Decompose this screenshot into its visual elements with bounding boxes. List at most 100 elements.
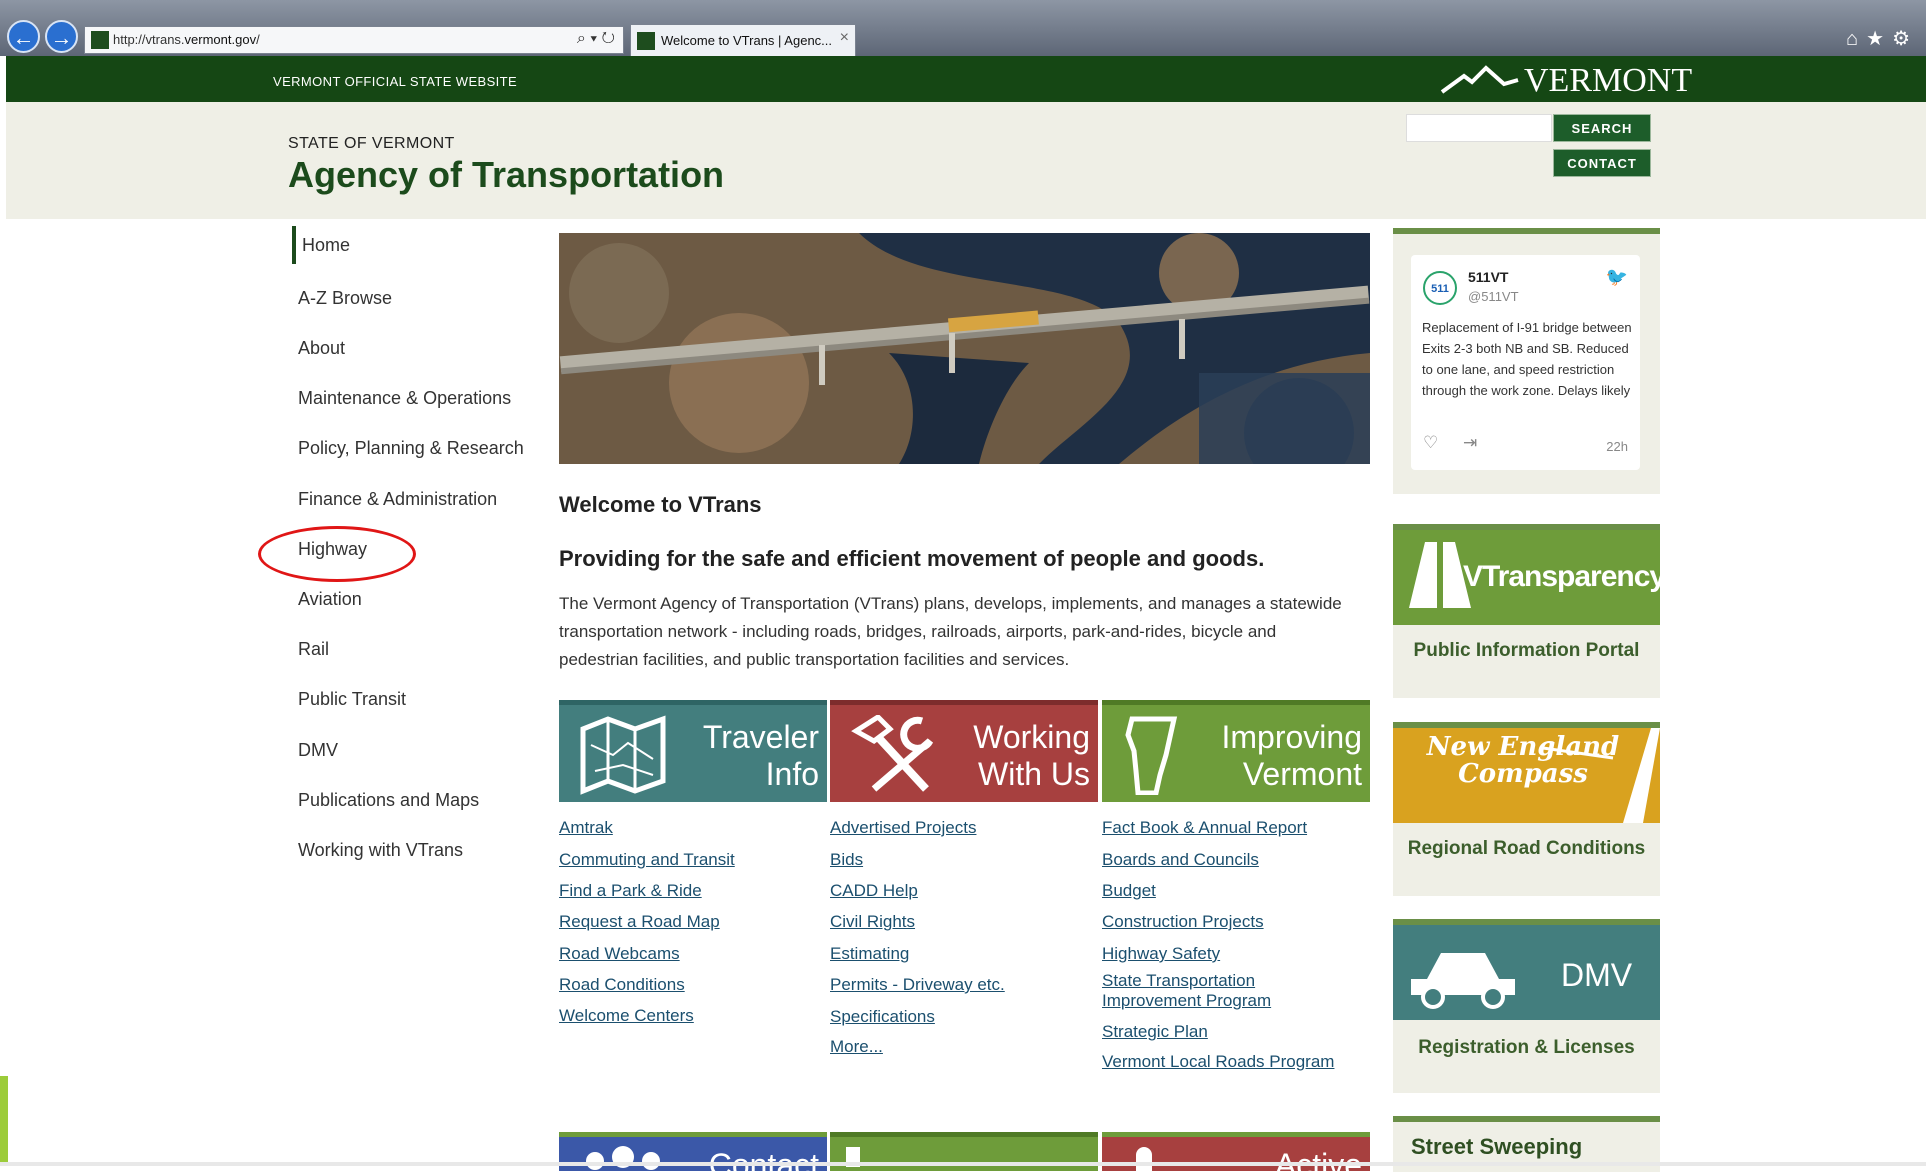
state-label: STATE OF VERMONT [288, 135, 455, 152]
vtransparency-banner[interactable]: VTransparency [1393, 530, 1666, 625]
gear-icon[interactable]: ⚙ [1892, 28, 1918, 50]
link-civil-rights[interactable]: Civil Rights [830, 912, 915, 932]
contact-tile-label: Contact [708, 1147, 819, 1171]
refresh-icon[interactable]: ↻ [602, 30, 616, 47]
link-fact-book[interactable]: Fact Book & Annual Report [1102, 818, 1307, 838]
tweet-widget[interactable]: 511 511VT @511VT 🐦 Replacement of I-91 b… [1411, 255, 1640, 470]
link-permits[interactable]: Permits - Driveway etc. [830, 975, 1005, 995]
sidebar-item-home[interactable]: Home [292, 226, 350, 264]
dmv-title: DMV [1561, 957, 1633, 993]
compass-banner[interactable]: New England Compass [1393, 728, 1660, 823]
vermont-logo-text: VERMONT [1524, 62, 1693, 99]
map-icon [580, 715, 666, 795]
tweet-timestamp[interactable]: 22h [1606, 439, 1628, 454]
sidebar-item-dmv[interactable]: DMV [298, 740, 338, 761]
link-bids[interactable]: Bids [830, 850, 863, 870]
vtransparency-caption[interactable]: Public Information Portal [1393, 640, 1660, 662]
site-favicon-icon [91, 31, 109, 49]
search-input[interactable] [1406, 114, 1552, 142]
link-state-transportation[interactable]: State Transportation [1102, 971, 1255, 991]
search-button[interactable]: SEARCH [1553, 114, 1651, 142]
link-amtrak[interactable]: Amtrak [559, 818, 613, 838]
sidebar-item-working-with-vtrans[interactable]: Working with VTrans [298, 840, 463, 861]
chevron-down-icon[interactable]: ▾ [590, 30, 597, 47]
active-tile-label: Active [1274, 1147, 1362, 1171]
state-topbar: VERMONT OFFICIAL STATE WEBSITE VERMONT [6, 56, 1926, 102]
highway-highlight-annotation [258, 526, 416, 582]
sidebar-item-aviation[interactable]: Aviation [298, 589, 362, 610]
sidebar-item-finance[interactable]: Finance & Administration [298, 489, 497, 510]
heart-icon[interactable]: ♡ [1423, 433, 1438, 452]
person-icon [1136, 1147, 1152, 1171]
vermont-logo[interactable]: VERMONT [1438, 60, 1692, 100]
browser-tab[interactable]: Welcome to VTrans | Agenc... × [630, 24, 856, 56]
forward-icon: → [50, 25, 73, 50]
url-text: http://vtrans.vermont.gov/ [113, 32, 260, 47]
home-icon[interactable]: ⌂ [1846, 28, 1866, 50]
link-improvement-program[interactable]: Improvement Program [1102, 991, 1271, 1011]
improving-vermont-label: Improving Vermont [1221, 719, 1363, 792]
site-header: STATE OF VERMONT Agency of Transportatio… [6, 102, 1926, 219]
hero-bridge-image [559, 233, 1370, 464]
tweet-author-handle[interactable]: @511VT [1468, 289, 1519, 304]
working-with-us-label: Working With Us [973, 719, 1090, 792]
link-specifications[interactable]: Specifications [830, 1007, 935, 1027]
link-park-ride[interactable]: Find a Park & Ride [559, 881, 702, 901]
avatar[interactable]: 511 [1423, 271, 1457, 305]
share-icon[interactable]: ⇥ [1463, 433, 1477, 452]
sidebar-item-publications[interactable]: Publications and Maps [298, 790, 479, 811]
forward-button[interactable]: → [45, 20, 78, 53]
tweet-author-name[interactable]: 511VT [1468, 269, 1508, 285]
sidebar-item-public-transit[interactable]: Public Transit [298, 689, 406, 710]
state-website-label: VERMONT OFFICIAL STATE WEBSITE [273, 74, 518, 89]
back-button[interactable]: ← [7, 20, 40, 53]
dmv-banner[interactable]: DMV [1393, 925, 1660, 1020]
link-commuting[interactable]: Commuting and Transit [559, 850, 735, 870]
compass-title: New England Compass [1426, 732, 1620, 789]
star-icon[interactable]: ★ [1866, 28, 1892, 50]
sidebar-item-policy[interactable]: Policy, Planning & Research [298, 438, 524, 459]
link-road-webcams[interactable]: Road Webcams [559, 944, 680, 964]
traveler-info-tile[interactable]: Traveler Info [559, 700, 827, 802]
twitter-bird-icon[interactable]: 🐦 [1606, 267, 1628, 288]
link-strategic-plan[interactable]: Strategic Plan [1102, 1022, 1208, 1042]
people-icon [586, 1146, 660, 1170]
sidebar-item-maintenance[interactable]: Maintenance & Operations [298, 388, 511, 409]
link-welcome-centers[interactable]: Welcome Centers [559, 1006, 694, 1026]
tweet-text: Replacement of I-91 bridge between Exits… [1422, 320, 1632, 398]
dmv-caption[interactable]: Registration & Licenses [1393, 1037, 1660, 1059]
link-boards-councils[interactable]: Boards and Councils [1102, 850, 1259, 870]
agency-description: The Vermont Agency of Transportation (VT… [559, 594, 1342, 669]
sidebar-item-a-z-browse[interactable]: A-Z Browse [298, 288, 392, 309]
link-highway-safety[interactable]: Highway Safety [1102, 944, 1220, 964]
back-icon: ← [12, 25, 35, 50]
link-road-map[interactable]: Request a Road Map [559, 912, 720, 932]
street-sweeping-title[interactable]: Street Sweeping [1411, 1134, 1678, 1160]
link-construction-projects[interactable]: Construction Projects [1102, 912, 1264, 932]
contact-button[interactable]: CONTACT [1553, 149, 1651, 177]
url-prefix: http://vtrans. [113, 32, 185, 47]
link-budget[interactable]: Budget [1102, 881, 1156, 901]
tab-close-icon[interactable]: × [840, 29, 849, 47]
link-road-conditions[interactable]: Road Conditions [559, 975, 685, 995]
tweet-actions: ♡ ⇥ [1423, 433, 1477, 453]
link-estimating[interactable]: Estimating [830, 944, 909, 964]
traveler-info-label: Traveler Info [702, 719, 819, 792]
sidebar-item-about[interactable]: About [298, 338, 345, 359]
vermont-state-icon [1125, 716, 1178, 795]
address-bar[interactable]: http://vtrans.vermont.gov/ ⌕ ▾ ↻ [84, 26, 624, 54]
page-title[interactable]: Agency of Transportation [288, 154, 724, 196]
sidebar-item-rail[interactable]: Rail [298, 639, 329, 660]
slide-accent-decoration [0, 1076, 8, 1166]
browser-chrome: ← → http://vtrans.vermont.gov/ ⌕ ▾ ↻ Wel… [0, 0, 1926, 56]
compass-caption[interactable]: Regional Road Conditions [1393, 838, 1660, 860]
improving-vermont-tile[interactable]: Improving Vermont [1102, 700, 1370, 802]
search-icon[interactable]: ⌕ [577, 30, 586, 47]
link-more[interactable]: More... [830, 1037, 883, 1057]
link-local-roads[interactable]: Vermont Local Roads Program [1102, 1052, 1334, 1072]
vtransparency-title: VTransparency [1463, 560, 1666, 593]
link-cadd-help[interactable]: CADD Help [830, 881, 918, 901]
bottom-divider [0, 1162, 1926, 1166]
link-advertised-projects[interactable]: Advertised Projects [830, 818, 976, 838]
working-with-us-tile[interactable]: Working With Us [830, 700, 1098, 802]
